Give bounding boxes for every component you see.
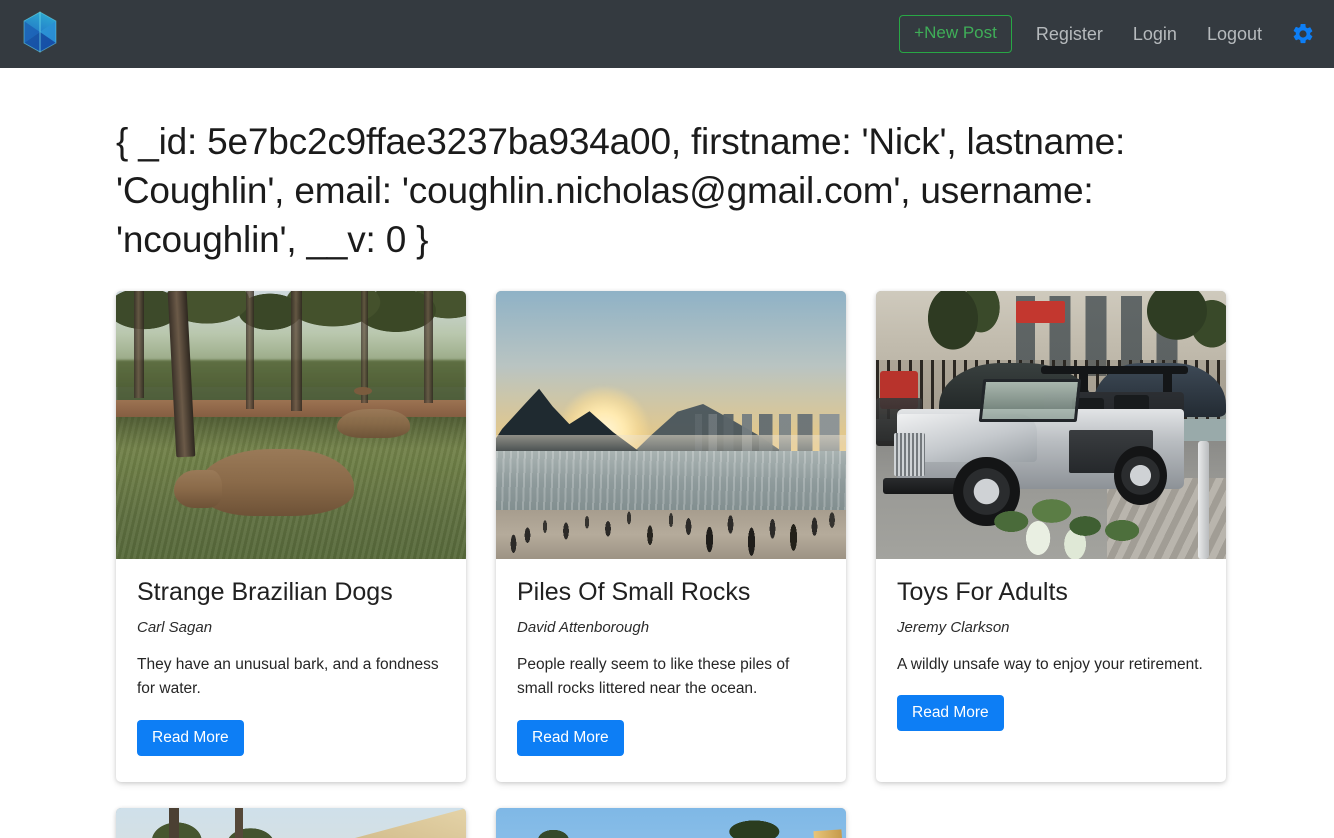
top-navbar: +New Post Register Login Logout	[0, 0, 1334, 68]
post-card[interactable]: Strange Brazilian Dogs Carl Sagan They h…	[116, 290, 466, 783]
gear-icon[interactable]	[1290, 21, 1316, 47]
page-content: { _id: 5e7bc2c9ffae3237ba934a00, firstna…	[0, 68, 1334, 838]
gem-logo-icon	[20, 10, 60, 59]
post-title: Toys For Adults	[897, 577, 1068, 606]
post-card-body: Piles Of Small Rocks David Attenborough …	[496, 559, 846, 783]
brand-logo-link[interactable]	[18, 10, 62, 59]
post-image-jeep	[876, 290, 1226, 559]
navbar-actions: +New Post Register Login Logout	[899, 15, 1320, 53]
post-card[interactable]: Toys For Adults Jeremy Clarkson A wildly…	[876, 290, 1226, 783]
post-card-body: Toys For Adults Jeremy Clarkson A wildly…	[876, 559, 1226, 758]
nav-link-logout[interactable]: Logout	[1205, 20, 1264, 49]
post-excerpt: They have an unusual bark, and a fondnes…	[137, 655, 439, 698]
post-image-rail-and-beams	[116, 808, 466, 838]
read-more-button[interactable]: Read More	[897, 695, 1004, 732]
page-title: { _id: 5e7bc2c9ffae3237ba934a00, firstna…	[116, 121, 1126, 261]
post-card-placeholder	[876, 808, 1226, 838]
post-card[interactable]	[496, 808, 846, 838]
post-image-beach-sunset	[496, 290, 846, 559]
content-container: { _id: 5e7bc2c9ffae3237ba934a00, firstna…	[112, 68, 1226, 838]
nav-link-login[interactable]: Login	[1131, 20, 1179, 49]
post-excerpt: People really seem to like these piles o…	[517, 655, 790, 698]
post-card-grid-row2	[112, 808, 1222, 838]
post-title: Piles Of Small Rocks	[517, 577, 751, 606]
post-excerpt: A wildly unsafe way to enjoy your retire…	[897, 655, 1203, 673]
post-image-capybaras	[116, 290, 466, 559]
post-card-grid: Strange Brazilian Dogs Carl Sagan They h…	[112, 290, 1226, 783]
post-card[interactable]: Piles Of Small Rocks David Attenborough …	[496, 290, 846, 783]
post-author: Carl Sagan	[137, 618, 213, 636]
read-more-button[interactable]: Read More	[137, 720, 244, 757]
post-title: Strange Brazilian Dogs	[137, 577, 393, 606]
post-author: David Attenborough	[517, 618, 650, 636]
post-image-pergola-sky	[496, 808, 846, 838]
nav-link-register[interactable]: Register	[1034, 20, 1105, 49]
post-card-body: Strange Brazilian Dogs Carl Sagan They h…	[116, 559, 466, 783]
new-post-button[interactable]: +New Post	[899, 15, 1012, 53]
read-more-button[interactable]: Read More	[517, 720, 624, 757]
post-card[interactable]	[116, 808, 466, 838]
post-author: Jeremy Clarkson	[897, 618, 1010, 636]
